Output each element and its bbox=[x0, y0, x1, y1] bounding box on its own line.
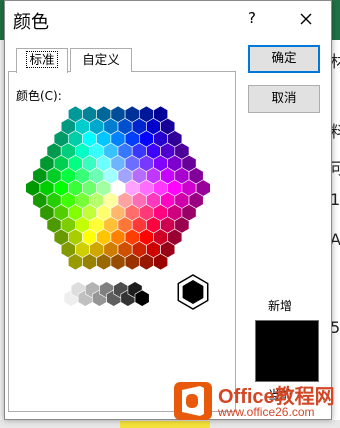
watermark-url: www.office26.com bbox=[218, 405, 315, 419]
tab-standard[interactable]: 标准 bbox=[16, 48, 68, 73]
office-logo-icon bbox=[174, 382, 212, 420]
new-color-label: 新增 bbox=[268, 299, 293, 313]
watermark: Office教程网 www.office26.com bbox=[170, 378, 336, 424]
ok-button[interactable]: 确定 bbox=[248, 45, 320, 73]
new-color-preview bbox=[255, 320, 319, 382]
tab-standard-label: 标准 bbox=[26, 51, 58, 68]
cancel-button[interactable]: 取消 bbox=[248, 85, 320, 113]
